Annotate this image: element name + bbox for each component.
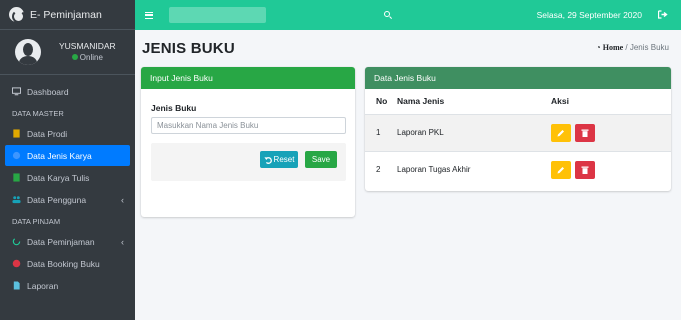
topbar: Selasa, 29 September 2020 — [135, 0, 681, 30]
online-dot-icon — [71, 54, 78, 60]
desktop-icon — [12, 87, 21, 96]
search-icon[interactable] — [384, 11, 390, 17]
brand-logo-icon — [9, 7, 25, 23]
delete-button[interactable] — [575, 160, 595, 179]
breadcrumb: ◔ Home / Jenis Buku — [596, 43, 669, 52]
cell-no: 1 — [365, 113, 397, 151]
circle-check-icon — [12, 259, 21, 268]
undo-icon — [263, 156, 272, 164]
table-header-row: No Nama Jenis Aksi — [365, 89, 671, 114]
delete-button[interactable] — [575, 123, 595, 142]
book-icon — [13, 129, 20, 138]
book-icon — [13, 173, 20, 182]
cell-name: Laporan Tugas Akhir — [397, 150, 551, 188]
avatar — [15, 39, 41, 65]
sidebar-item-dashboard[interactable]: Dashboard — [5, 81, 130, 102]
trash-icon — [581, 166, 589, 174]
input-form-card: Input Jenis Buku Jenis Buku Reset Save — [141, 67, 355, 217]
user-panel: YUSMANIDAR Online — [0, 30, 135, 75]
chevron-left-icon: ‹ — [121, 194, 124, 205]
column-header-nama-jenis: Nama Jenis — [397, 96, 445, 107]
user-name[interactable]: YUSMANIDAR — [59, 41, 116, 52]
jenis-buku-input[interactable] — [151, 117, 346, 134]
sidebar: E- Peminjaman YUSMANIDAR Online Dashboar… — [0, 0, 135, 320]
chevron-left-icon: ‹ — [121, 236, 124, 247]
trash-icon — [581, 129, 589, 137]
brand[interactable]: E- Peminjaman — [0, 0, 135, 30]
data-table-card: Data Jenis Buku No Nama Jenis Aksi 1 Lap… — [365, 67, 671, 191]
cell-name: Laporan PKL — [397, 113, 551, 151]
page-title: JENIS BUKU — [142, 40, 235, 57]
users-icon — [12, 196, 21, 204]
edit-button[interactable] — [551, 123, 571, 142]
sidebar-item-label: Data Jenis Karya — [27, 150, 92, 161]
current-date: Selasa, 29 September 2020 — [536, 10, 642, 20]
edit-button[interactable] — [551, 160, 571, 179]
sidebar-item-data-jenis-karya[interactable]: Data Jenis Karya — [5, 145, 130, 166]
sidebar-item-data-peminjaman[interactable]: Data Peminjaman ‹ — [5, 231, 130, 252]
sidebar-item-label: Data Karya Tulis — [27, 172, 90, 183]
user-status: Online — [59, 52, 116, 63]
circle-notch-icon — [12, 237, 21, 246]
sidebar-item-data-booking-buku[interactable]: Data Booking Buku — [5, 253, 130, 274]
card-header: Data Jenis Buku — [365, 67, 671, 89]
circle-icon — [12, 151, 21, 160]
sidebar-item-data-prodi[interactable]: Data Prodi — [5, 123, 130, 144]
file-icon — [13, 281, 20, 290]
breadcrumb-home[interactable]: ◔ Home — [596, 43, 623, 52]
sidebar-menu: Dashboard DATA MASTER Data Prodi Data Je… — [0, 75, 135, 296]
user-status-label: Online — [79, 53, 103, 62]
breadcrumb-separator: / — [625, 43, 628, 52]
tachometer-icon: ◔ — [595, 43, 601, 52]
table-row: 2 Laporan Tugas Akhir — [365, 150, 671, 188]
sidebar-item-label: Data Booking Buku — [27, 258, 100, 269]
column-header-aksi: Aksi — [551, 96, 569, 107]
form-actions: Reset Save — [151, 143, 346, 181]
sidebar-header-data-pinjam: DATA PINJAM — [12, 216, 61, 226]
sidebar-item-label: Laporan — [27, 280, 59, 291]
breadcrumb-home-label: Home — [602, 43, 624, 52]
sidebar-item-laporan[interactable]: Laporan — [5, 275, 130, 296]
pencil-icon — [557, 129, 564, 136]
cell-actions — [551, 113, 671, 151]
sidebar-item-label: Data Prodi — [27, 128, 68, 139]
hamburger-menu-icon[interactable] — [145, 11, 153, 19]
sidebar-header-data-master: DATA MASTER — [12, 108, 64, 118]
reset-label: Reset — [273, 155, 295, 164]
sidebar-item-data-karya-tulis[interactable]: Data Karya Tulis — [5, 167, 130, 188]
sidebar-item-label: Dashboard — [27, 86, 69, 97]
save-button[interactable]: Save — [305, 151, 337, 168]
cell-no: 2 — [365, 150, 397, 188]
field-label: Jenis Buku — [151, 103, 197, 113]
sidebar-item-data-pengguna[interactable]: Data Pengguna ‹ — [5, 189, 130, 210]
table-row: 1 Laporan PKL — [365, 113, 671, 151]
column-header-no: No — [376, 96, 388, 107]
card-header: Input Jenis Buku — [141, 67, 355, 89]
jenis-buku-table: No Nama Jenis Aksi 1 Laporan PKL 2 Lapor… — [365, 89, 671, 188]
brand-name: E- Peminjaman — [30, 8, 102, 21]
save-label: Save — [311, 155, 331, 164]
search-input[interactable] — [169, 7, 266, 23]
sidebar-item-label: Data Pengguna — [27, 194, 87, 205]
pencil-icon — [557, 166, 564, 174]
reset-button[interactable]: Reset — [260, 151, 298, 168]
breadcrumb-current: Jenis Buku — [629, 43, 669, 52]
logout-icon[interactable] — [658, 10, 668, 19]
cell-actions — [551, 150, 671, 188]
main-content: JENIS BUKU ◔ Home / Jenis Buku Input Jen… — [135, 30, 681, 320]
sidebar-item-label: Data Peminjaman — [27, 236, 95, 247]
